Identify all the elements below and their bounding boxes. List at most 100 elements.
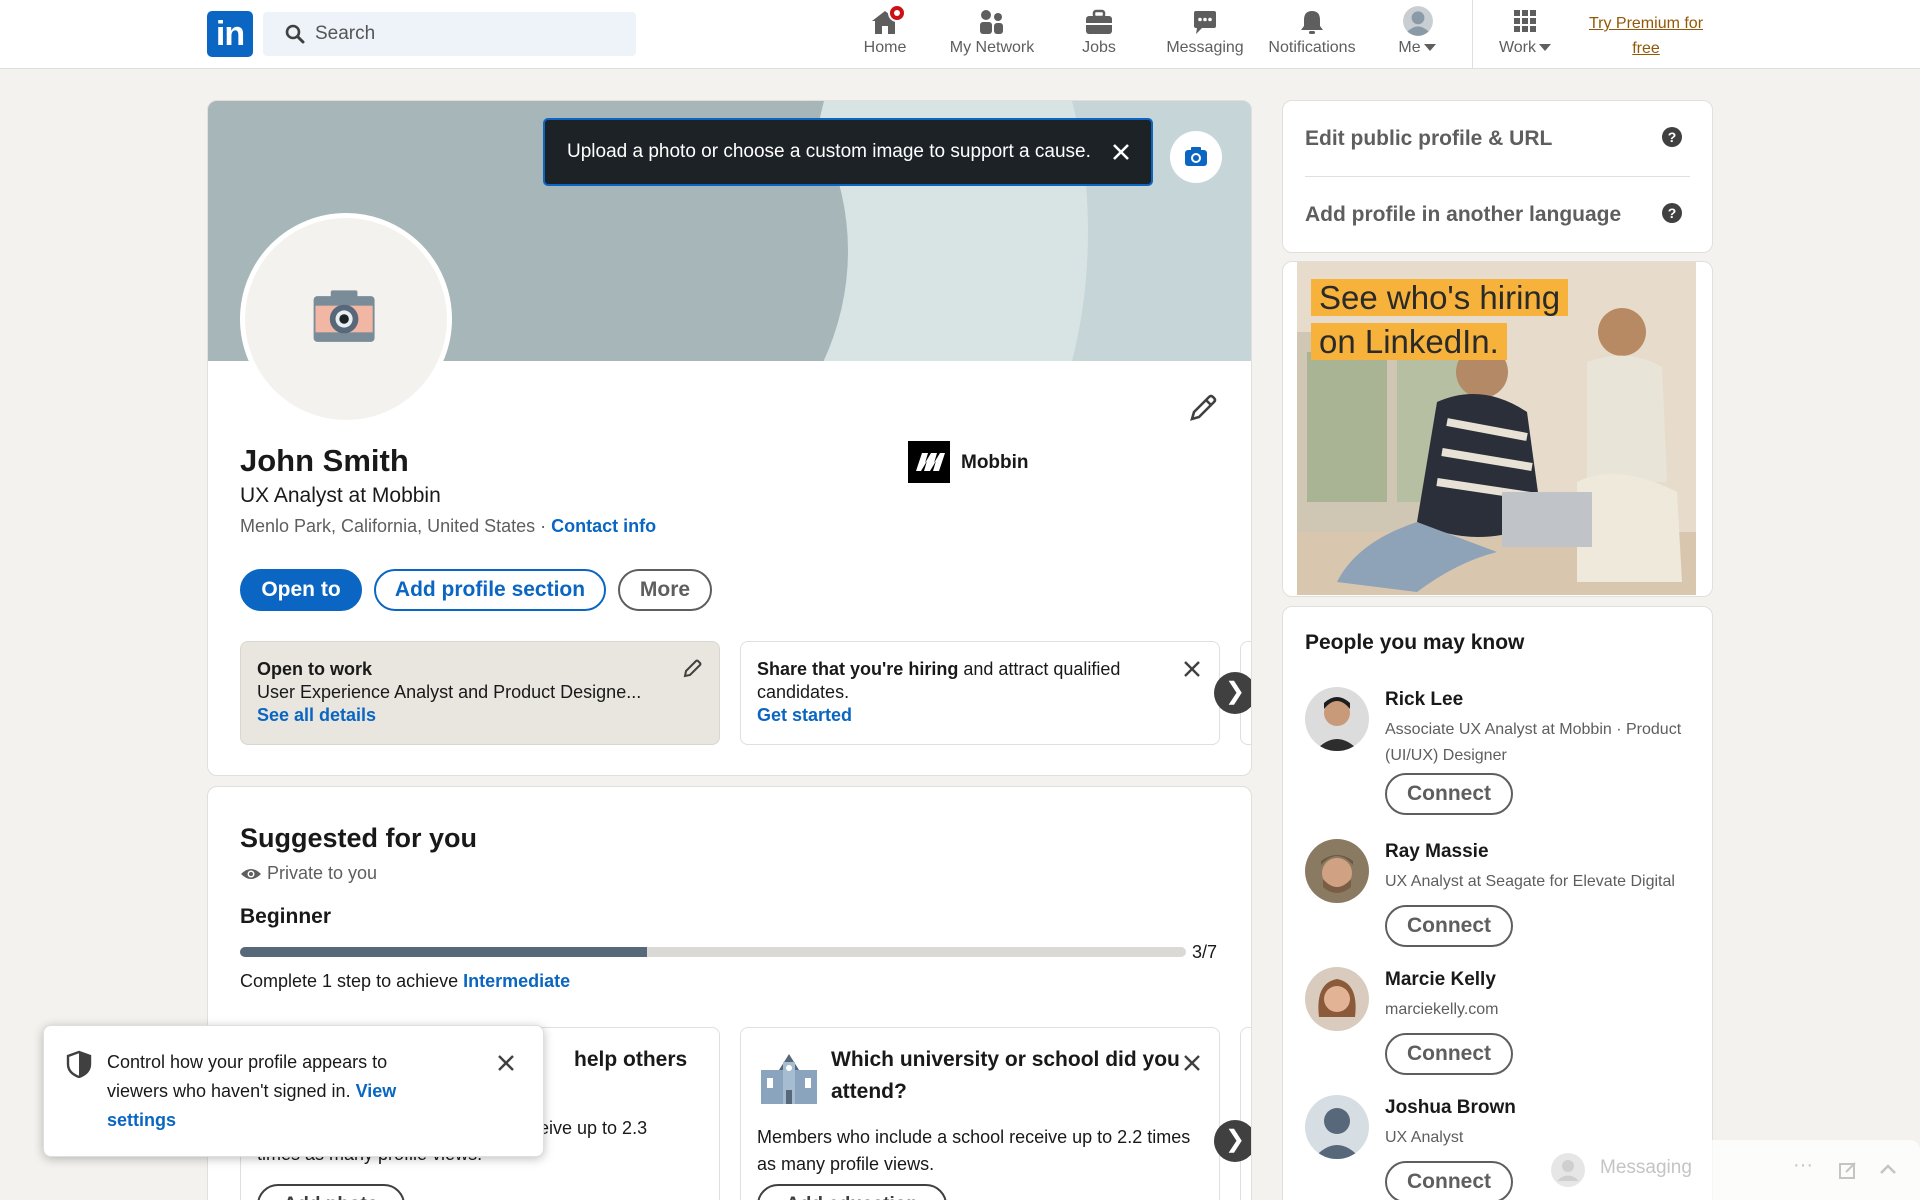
tooltip-text: Upload a photo or choose a custom image …: [567, 141, 1091, 162]
add-photo-button[interactable]: Add photo: [257, 1184, 405, 1200]
open-to-work-desc: User Experience Analyst and Product Desi…: [257, 682, 642, 702]
get-started-link[interactable]: Get started: [757, 704, 1203, 727]
home-icon: [870, 4, 906, 36]
toast-text: Control how your profile appears to view…: [107, 1048, 447, 1135]
complete-prefix: Complete 1 step to achieve: [240, 971, 464, 991]
toast-message: Control how your profile appears to view…: [107, 1052, 388, 1101]
carousel-next-button[interactable]: ❯: [1214, 1120, 1251, 1162]
nav-notifications-label: Notifications: [1268, 39, 1356, 56]
pencil-icon[interactable]: [683, 658, 703, 678]
hiring-ad-image[interactable]: See who's hiring on LinkedIn.: [1297, 262, 1696, 595]
camera-icon: [1185, 147, 1207, 166]
suggestion-title: help others: [574, 1048, 688, 1071]
nav-notifications[interactable]: Notifications: [1262, 8, 1362, 60]
close-icon[interactable]: [1183, 660, 1201, 678]
location-text: Menlo Park, California, United States ·: [240, 516, 552, 536]
mobbin-logo: [908, 441, 950, 483]
profile-language-card: Edit public profile & URL ? Add profile …: [1282, 100, 1713, 253]
ad-headline: See who's hiring on LinkedIn.: [1311, 276, 1569, 364]
nav-work[interactable]: Work: [1490, 8, 1560, 60]
connect-button[interactable]: Connect: [1385, 1033, 1513, 1075]
nav-me-text: Me: [1398, 39, 1421, 56]
edit-intro-pencil-icon[interactable]: [1186, 391, 1220, 425]
linkedin-logo[interactable]: in: [207, 11, 253, 57]
avatar[interactable]: [1305, 1095, 1369, 1159]
compose-icon[interactable]: [1838, 1160, 1858, 1180]
people-you-may-know-card: People you may know Rick Lee Associate U…: [1282, 606, 1713, 1200]
nav-jobs[interactable]: Jobs: [1074, 8, 1124, 60]
chevron-down-icon: [1423, 44, 1436, 52]
add-education-button[interactable]: Add education: [757, 1184, 947, 1200]
chevron-down-icon: [1539, 44, 1552, 52]
nav-messaging[interactable]: Messaging: [1162, 8, 1248, 60]
nav-work-label: Work: [1490, 39, 1560, 57]
search-input[interactable]: [315, 12, 615, 56]
edit-public-profile-link[interactable]: Edit public profile & URL: [1305, 127, 1552, 151]
school-building-icon: [761, 1054, 817, 1104]
education-title: Which university or school did you atten…: [831, 1048, 1180, 1103]
pymk-title: People you may know: [1305, 631, 1525, 654]
more-button[interactable]: More: [618, 569, 712, 611]
messaging-icon: [1190, 8, 1220, 36]
suggestion-body: eive up to 2.3: [539, 1118, 648, 1138]
add-profile-section-button[interactable]: Add profile section: [374, 569, 606, 611]
chevron-right-icon: ❯: [1224, 1126, 1246, 1153]
person-name[interactable]: Ray Massie: [1385, 841, 1489, 863]
nav-my-network[interactable]: My Network: [944, 8, 1040, 60]
close-icon[interactable]: [1183, 1054, 1201, 1072]
contact-info-link[interactable]: Contact info: [551, 516, 656, 536]
more-options-icon[interactable]: ···: [1793, 1154, 1813, 1177]
person-name[interactable]: Marcie Kelly: [1385, 969, 1496, 991]
bell-icon: [1297, 8, 1327, 36]
education-body: Members who include a school receive up …: [757, 1127, 1191, 1174]
edit-cover-button[interactable]: [1170, 131, 1222, 183]
search-box[interactable]: [263, 12, 636, 56]
top-navigation: in Home My Network Jobs Messaging Notifi…: [0, 0, 1920, 69]
suggested-title: Suggested for you: [240, 823, 478, 853]
profile-visibility-toast: Control how your profile appears to view…: [43, 1025, 544, 1157]
carousel-next-button[interactable]: ❯: [1214, 672, 1251, 714]
premium-line-2: free: [1632, 40, 1660, 57]
profile-location: Menlo Park, California, United States · …: [240, 516, 656, 537]
cover-tooltip: Upload a photo or choose a custom image …: [543, 118, 1153, 186]
person-name[interactable]: Joshua Brown: [1385, 1097, 1516, 1119]
messaging-overlay[interactable]: Messaging ···: [1538, 1140, 1920, 1200]
see-all-details-link[interactable]: See all details: [257, 704, 703, 727]
try-premium-link[interactable]: Try Premium for free: [1576, 11, 1716, 61]
nav-me-label: Me: [1392, 39, 1442, 57]
close-icon[interactable]: [497, 1054, 515, 1072]
avatar[interactable]: [1305, 967, 1369, 1031]
nav-messaging-label: Messaging: [1166, 39, 1244, 56]
nav-work-text: Work: [1498, 39, 1537, 56]
open-to-button[interactable]: Open to: [240, 569, 362, 611]
add-language-link[interactable]: Add profile in another language: [1305, 203, 1621, 227]
progress-fill: [240, 947, 647, 957]
help-icon[interactable]: ?: [1662, 127, 1682, 147]
chevron-up-icon[interactable]: [1878, 1160, 1898, 1180]
connect-button[interactable]: Connect: [1385, 773, 1513, 815]
avatar-icon: [1551, 1153, 1585, 1187]
shield-icon: [66, 1050, 92, 1078]
nav-jobs-label: Jobs: [1082, 39, 1116, 56]
person-name[interactable]: Rick Lee: [1385, 689, 1463, 711]
nav-home[interactable]: Home: [860, 4, 910, 60]
connect-button[interactable]: Connect: [1385, 1161, 1513, 1200]
notification-badge: [888, 4, 906, 22]
nav-me[interactable]: Me: [1392, 6, 1442, 60]
nav-home-label: Home: [863, 39, 907, 56]
progress-ratio: 3/7: [1192, 942, 1218, 962]
nav-my-network-label: My Network: [949, 39, 1035, 56]
profile-headline: UX Analyst at Mobbin: [240, 484, 441, 507]
ad-line-2: on LinkedIn.: [1311, 323, 1507, 360]
help-icon[interactable]: ?: [1662, 203, 1682, 223]
profile-photo[interactable]: [240, 213, 452, 425]
connect-button[interactable]: Connect: [1385, 905, 1513, 947]
open-to-work-card[interactable]: Open to work User Experience Analyst and…: [240, 641, 720, 745]
intermediate-link[interactable]: Intermediate: [463, 971, 570, 991]
avatar-icon: [1402, 6, 1433, 36]
hiring-bold: Share that you're hiring: [757, 659, 959, 679]
avatar[interactable]: [1305, 839, 1369, 903]
avatar[interactable]: [1305, 687, 1369, 751]
close-icon[interactable]: [1111, 142, 1131, 162]
chevron-right-icon: ❯: [1224, 678, 1246, 705]
